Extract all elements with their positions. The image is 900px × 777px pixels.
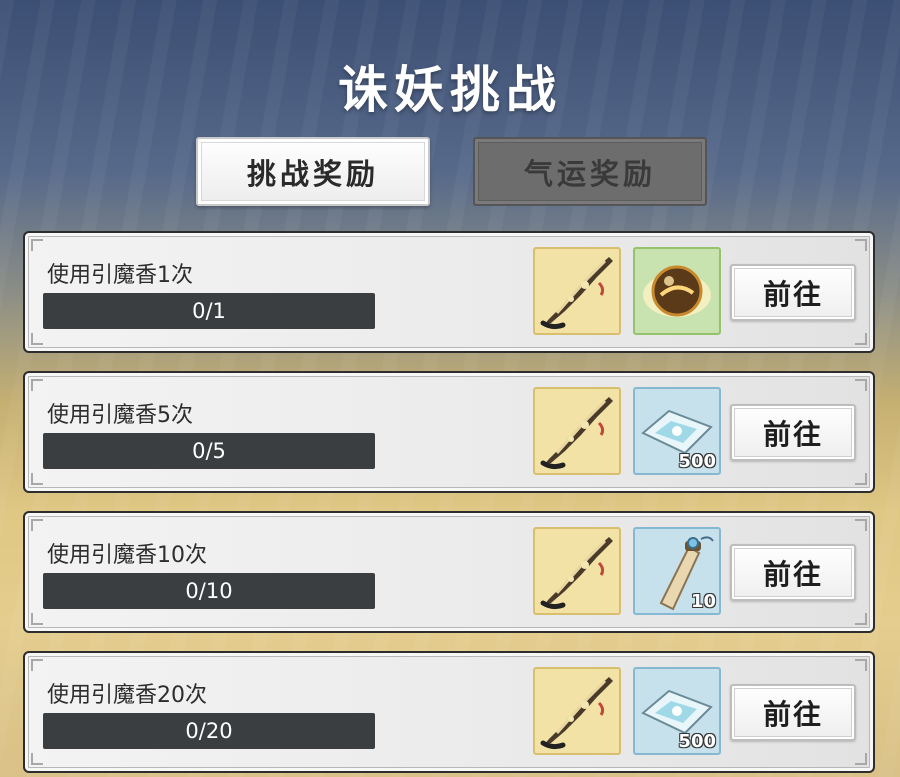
task-label: 使用引魔香1次	[47, 263, 193, 288]
progress-text: 0/10	[185, 579, 233, 603]
reward-slot[interactable]	[533, 247, 621, 335]
reward-slot[interactable]	[633, 247, 721, 335]
progress-text: 0/5	[192, 439, 226, 463]
go-button[interactable]: 前往	[730, 264, 856, 321]
go-button[interactable]: 前往	[730, 404, 856, 461]
task-card: 使用引魔香20次 0/20 500 前往	[23, 651, 875, 773]
task-card: 使用引魔香5次 0/5 500 前往	[23, 371, 875, 493]
task-card: 使用引魔香1次 0/1 前往	[23, 231, 875, 353]
tab-fortune-rewards[interactable]: 气运奖励	[473, 137, 707, 206]
progress-bar: 0/5	[43, 433, 375, 469]
progress-text: 0/1	[192, 299, 226, 323]
reward-quantity: 500	[678, 451, 716, 472]
incense-icon	[540, 397, 613, 470]
task-label: 使用引魔香20次	[47, 683, 207, 708]
page-title: 诛妖挑战	[338, 60, 562, 119]
go-button[interactable]: 前往	[730, 544, 856, 601]
incense-icon	[540, 257, 613, 330]
progress-bar: 0/1	[43, 293, 375, 329]
reward-slot[interactable]: 500	[633, 387, 721, 475]
reward-quantity: 10	[690, 591, 716, 612]
reward-quantity: 500	[678, 731, 716, 752]
task-label: 使用引魔香10次	[47, 543, 207, 568]
reward-slot[interactable]: 500	[633, 667, 721, 755]
go-button[interactable]: 前往	[730, 684, 856, 741]
reward-slot[interactable]	[533, 387, 621, 475]
tab-challenge-rewards[interactable]: 挑战奖励	[196, 137, 430, 206]
progress-text: 0/20	[185, 719, 233, 743]
incense-icon	[540, 677, 613, 750]
progress-bar: 0/10	[43, 573, 375, 609]
task-card: 使用引魔香10次 0/10 10 前往	[23, 511, 875, 633]
fortune-orb-icon	[643, 265, 711, 317]
reward-slot[interactable]	[533, 527, 621, 615]
reward-slot[interactable]: 10	[633, 527, 721, 615]
reward-slot[interactable]	[533, 667, 621, 755]
incense-icon	[540, 537, 613, 610]
task-label: 使用引魔香5次	[47, 403, 193, 428]
progress-bar: 0/20	[43, 713, 375, 749]
